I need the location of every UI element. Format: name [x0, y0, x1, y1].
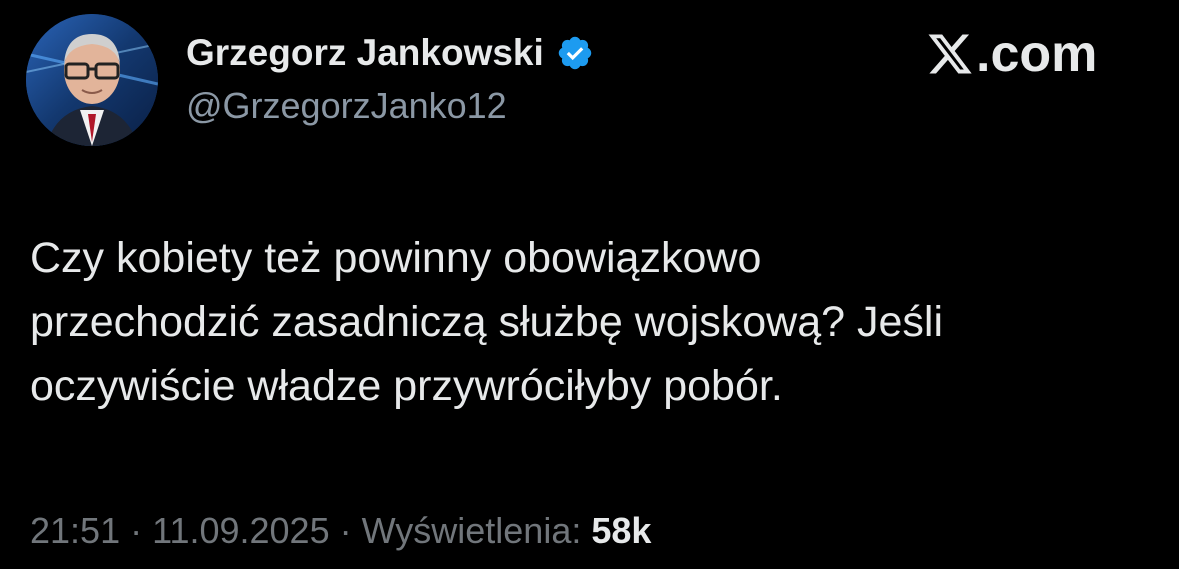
- author-handle[interactable]: @GrzegorzJanko12: [186, 85, 507, 127]
- verified-badge-icon: [556, 34, 594, 72]
- tweet-time[interactable]: 21:51: [30, 510, 120, 552]
- brand-watermark: .com: [926, 24, 1097, 84]
- views-label: Wyświetlenia:: [361, 510, 582, 551]
- brand-suffix: .com: [976, 25, 1098, 83]
- avatar-photo: [26, 14, 158, 146]
- views-count[interactable]: 58k: [591, 510, 651, 552]
- meta-separator: ·: [130, 510, 143, 551]
- tweet-date[interactable]: 11.09.2025: [152, 510, 330, 552]
- tweet-line: przechodzić zasadniczą służbę wojskową? …: [30, 298, 943, 346]
- meta-separator: ·: [339, 510, 352, 551]
- tweet-meta: 21:51 · 11.09.2025 · Wyświetlenia: 58k: [30, 506, 651, 556]
- tweet-text: Czy kobiety też powinny obowiązkowo prze…: [30, 226, 1150, 418]
- tweet-card: Grzegorz Jankowski @GrzegorzJanko12 .com…: [0, 0, 1179, 569]
- author-display-name[interactable]: Grzegorz Jankowski: [186, 32, 544, 74]
- tweet-line: Czy kobiety też powinny obowiązkowo: [30, 234, 762, 282]
- x-logo-icon: [926, 30, 974, 78]
- tweet-line: oczywiście władze przywróciłyby pobór.: [30, 362, 783, 410]
- author-header: Grzegorz Jankowski: [186, 28, 594, 78]
- avatar[interactable]: [26, 14, 158, 146]
